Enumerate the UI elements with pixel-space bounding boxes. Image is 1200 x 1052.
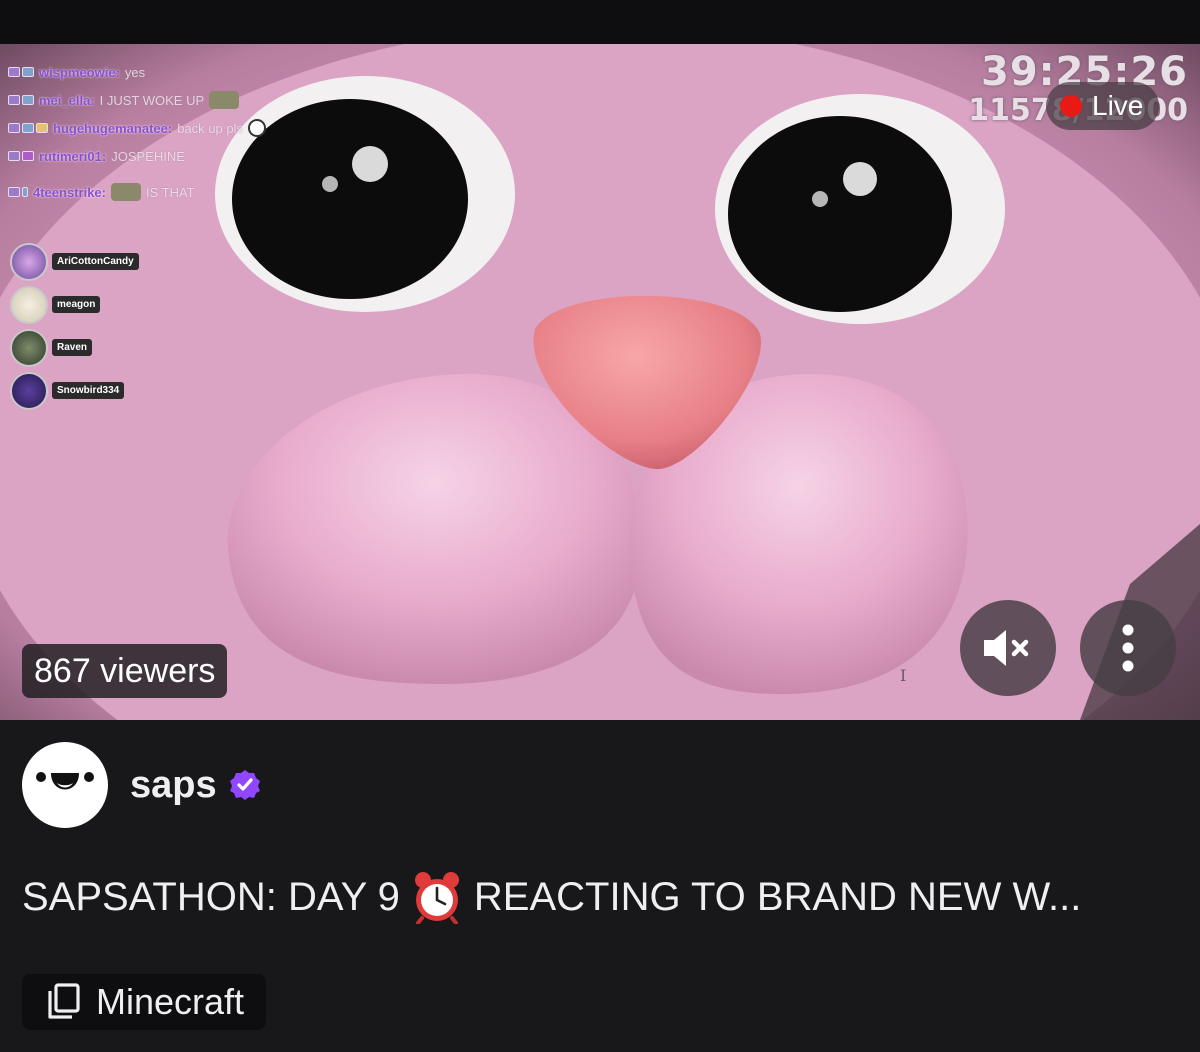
chat-username: rutimeri01: [39,148,107,164]
chat-overlay: wispmeowie: yes mei_ella: I JUST WOKE UP… [8,46,308,206]
chat-message: rutimeri01: JOSPEHINE [8,142,308,170]
chat-badges [8,187,28,197]
copy-icon [48,983,80,1019]
voice-participant: AriCottonCandy [10,240,139,283]
avatar [10,285,48,324]
video-player[interactable]: wispmeowie: yes mei_ella: I JUST WOKE UP… [0,44,1200,720]
badge-icon [22,123,34,133]
chat-text: I JUST WOKE UP [99,92,205,108]
chat-text: IS THAT [145,184,195,200]
avatar [10,328,48,367]
smile-emote-icon [247,119,266,137]
channel-name[interactable]: saps [130,764,217,807]
more-options-button[interactable] [1080,600,1176,696]
top-bar [0,0,1200,44]
badge-icon [8,123,20,133]
chat-username: 4teenstrike: [33,184,106,200]
badge-icon [22,151,34,161]
emote-icon [110,183,141,201]
chat-message: mei_ella: I JUST WOKE UP [8,86,308,114]
live-dot-icon [1060,95,1082,117]
saps-face-logo [36,772,94,790]
chat-message: 4teenstrike: IS THAT [8,178,308,206]
badge-icon [36,123,48,133]
badge-icon [8,151,20,161]
chat-text: JOSPEHINE [111,148,185,164]
chat-badges [8,151,34,161]
badge-icon [8,95,20,105]
category-label: Minecraft [96,981,245,1022]
viewer-count: 867 viewers [22,644,228,698]
voice-participants: AriCottonCandy meagon Raven Snowbird334 [10,240,139,412]
badge-icon [22,95,34,105]
alarm-clock-icon [414,872,459,924]
stream-title-part2: REACTING TO BRAND NEW W... [473,874,1082,919]
chat-text: yes [124,64,146,80]
more-vertical-icon [1122,624,1134,672]
live-indicator: Live [1046,82,1160,130]
mute-button[interactable] [960,600,1056,696]
chat-badges [8,123,48,133]
avatar [10,242,48,281]
stream-title-part1: SAPSATHON: DAY 9 [22,874,400,919]
voice-participant: Snowbird334 [10,369,139,412]
text-cursor: I [900,666,907,685]
chat-message-partial [8,46,308,58]
voice-participant: meagon [10,283,139,326]
chat-text: back up pls [177,120,243,136]
verified-badge-icon [229,770,260,800]
chat-username: mei_ella: [39,92,95,108]
badge-icon [22,187,28,197]
chat-badges [8,95,34,105]
avatar [10,371,48,410]
participant-name: AriCottonCandy [52,253,139,270]
chat-username: hugehugemanatee: [53,120,173,136]
mute-icon [984,630,1029,666]
channel-row[interactable]: saps [22,742,261,828]
participant-name: Raven [52,339,93,356]
badge-icon [22,67,34,77]
live-label: Live [1092,90,1144,121]
voice-participant: Raven [10,326,139,369]
channel-avatar[interactable] [22,742,108,828]
badge-icon [8,67,20,77]
badge-icon [8,187,20,197]
participant-name: meagon [52,296,101,313]
chat-username: wispmeowie: [39,64,120,80]
chat-badges [8,67,34,77]
chat-message: wispmeowie: yes [8,58,308,86]
emote-icon [209,91,240,109]
stream-title[interactable]: SAPSATHON: DAY 9 REACTING TO BRAND NEW W… [22,870,1081,924]
chat-message: hugehugemanatee: back up pls [8,114,308,142]
category-tag[interactable]: Minecraft [22,974,267,1030]
participant-name: Snowbird334 [52,382,125,399]
